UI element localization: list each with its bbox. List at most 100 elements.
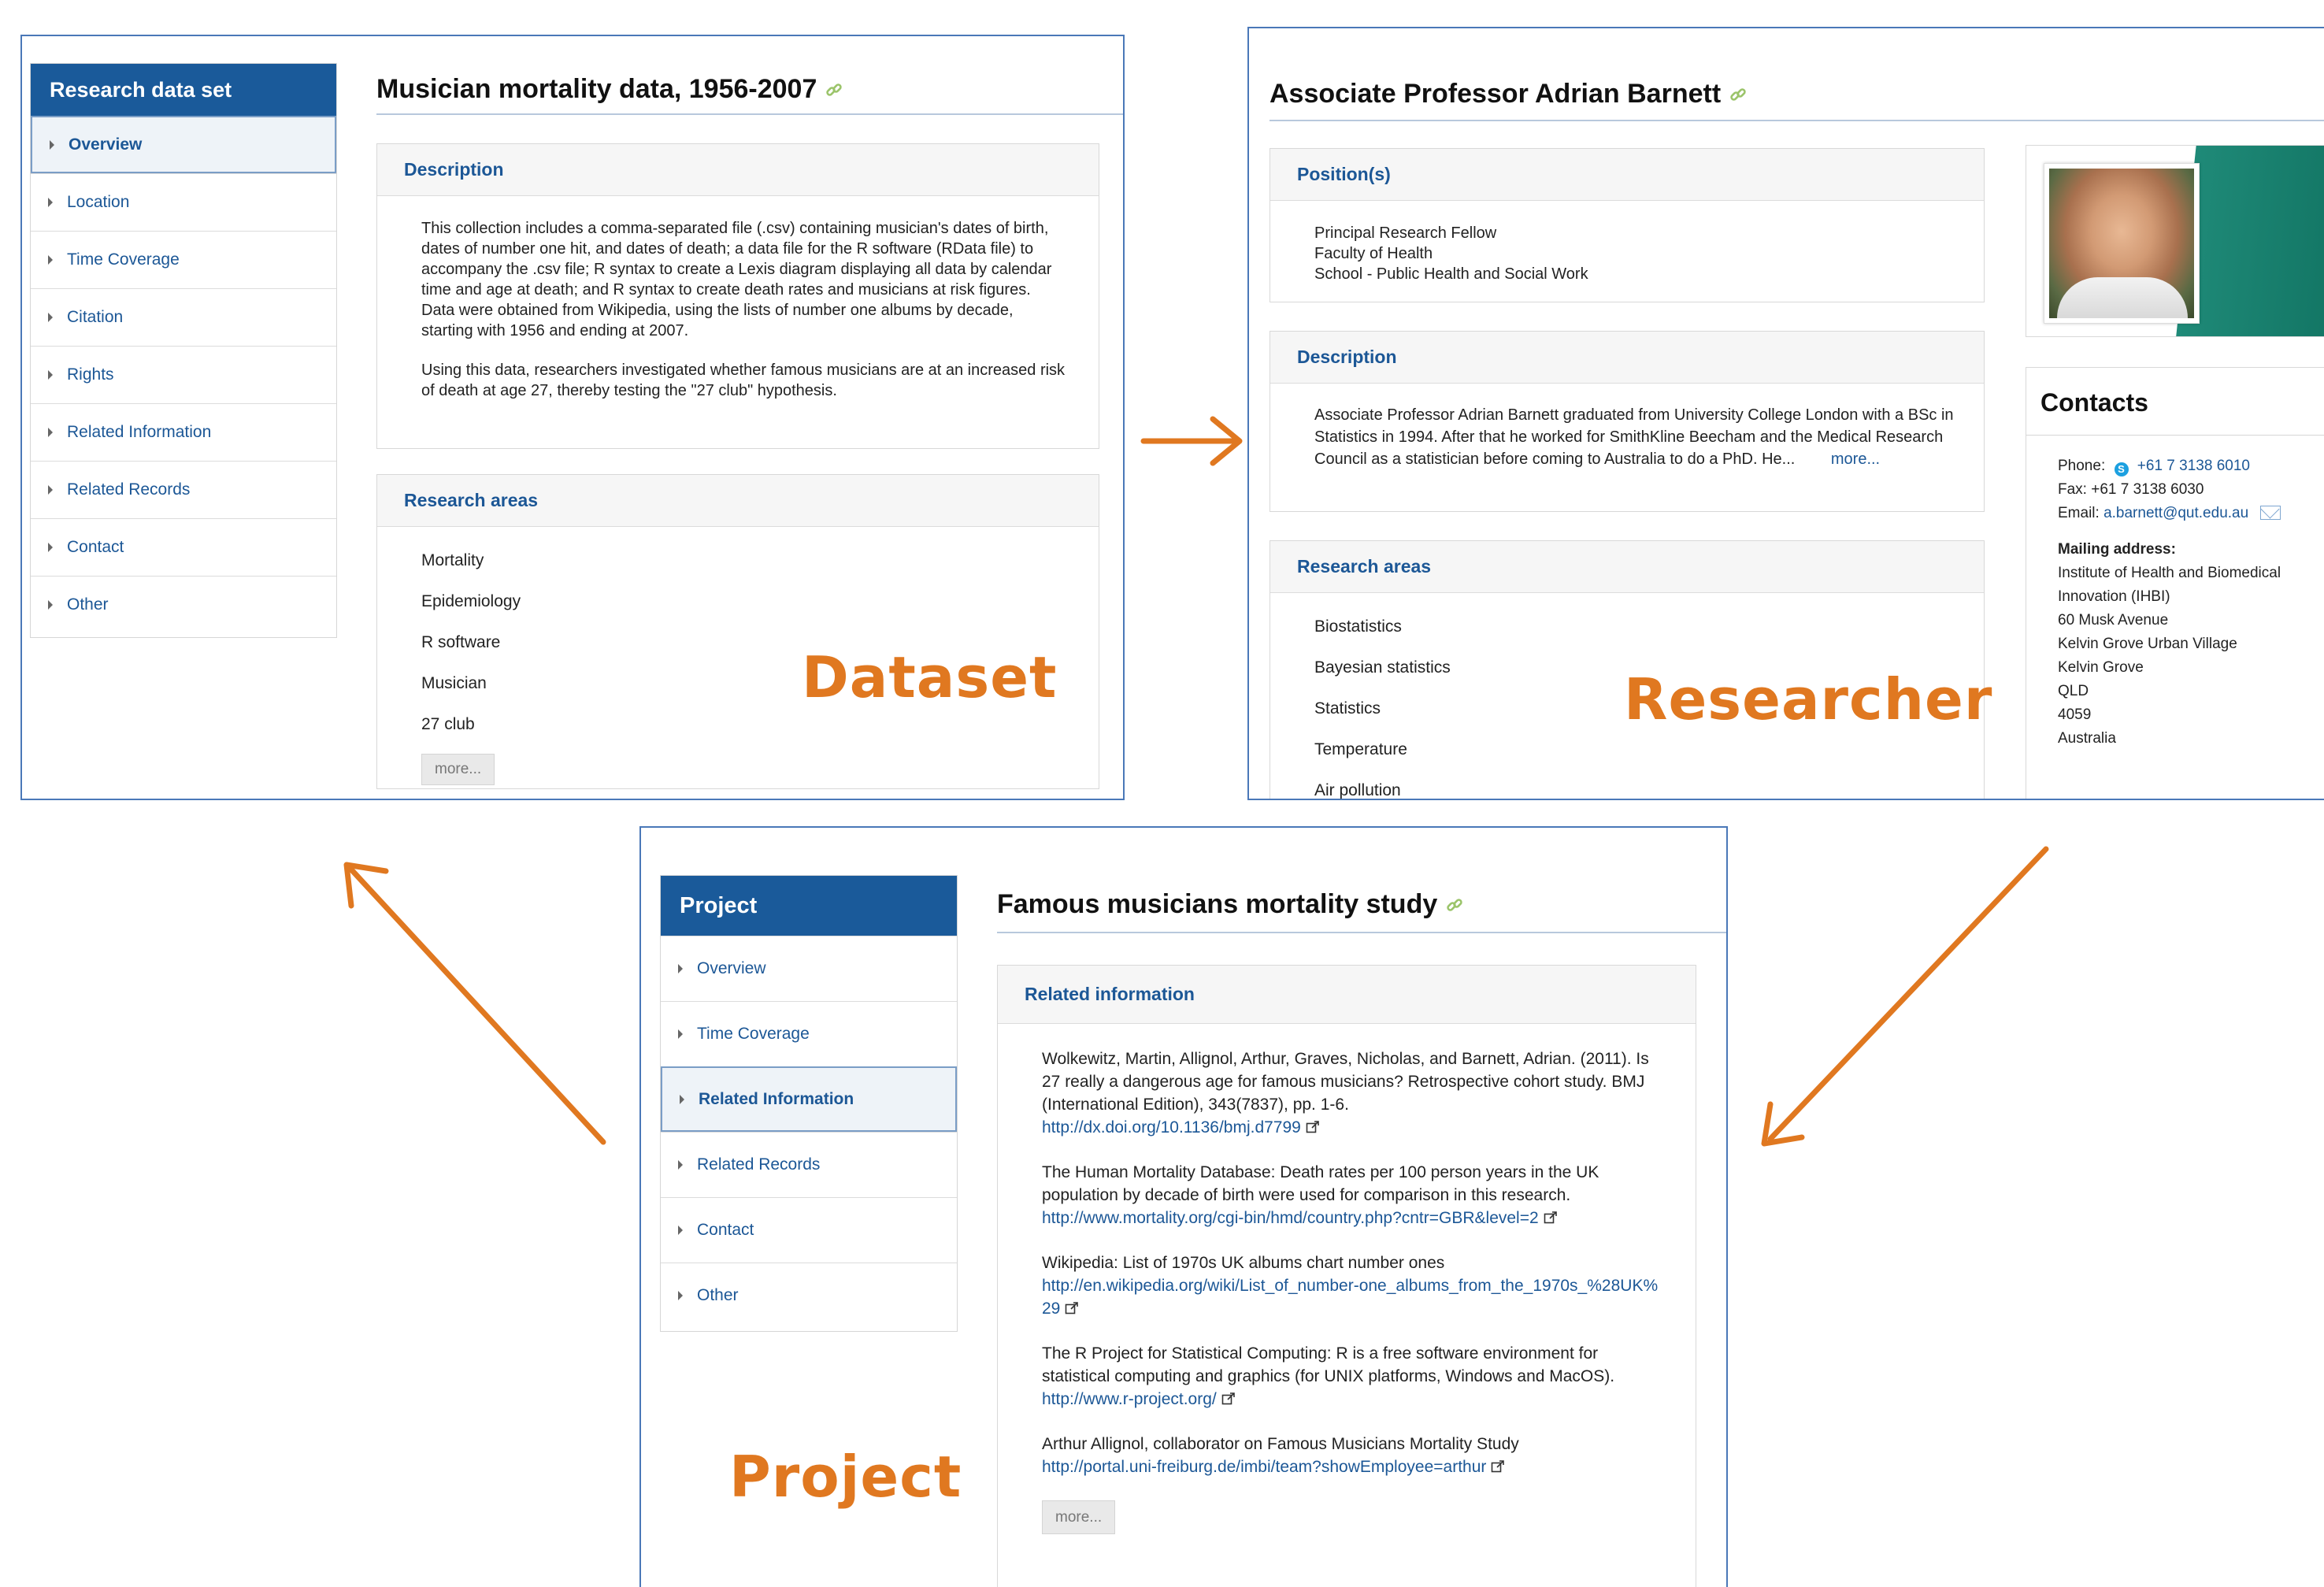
project-panel: Project Overview Time Coverage Related Inf… (639, 826, 1728, 1587)
email-link[interactable]: a.barnett@qut.edu.au (2103, 505, 2248, 521)
page-title: Musician mortality data, 1956-2007 (376, 74, 843, 105)
sidebar-item-time-coverage[interactable]: Time Coverage (661, 1001, 957, 1066)
sidebar-item-overview[interactable]: Overview (31, 116, 336, 173)
caret-right-icon (678, 1160, 683, 1170)
sidebar-item-label: Time Coverage (697, 1025, 810, 1043)
sidebar-item-citation[interactable]: Citation (31, 288, 336, 346)
sidebar-item-label: Rights (67, 365, 114, 384)
sidebar-item-label: Overview (69, 135, 143, 154)
mail-icon[interactable] (2260, 506, 2281, 520)
related-item-text: Arthur Allignol, collaborator on Famous … (1042, 1435, 1519, 1453)
address-line: Institute of Health and Biomedical (2058, 565, 2281, 581)
description-paragraph: Using this data, researchers investigate… (421, 362, 1066, 399)
more-button[interactable]: more... (421, 754, 495, 785)
related-item-link[interactable]: http://en.wikipedia.org/wiki/List_of_num… (1042, 1277, 1658, 1318)
description-more-link[interactable]: more... (1831, 451, 1880, 468)
link-chain-icon[interactable] (1445, 895, 1464, 914)
more-button[interactable]: more... (1042, 1500, 1116, 1534)
related-item: Wolkewitz, Martin, Allignol, Arthur, Gra… (1042, 1047, 1664, 1139)
sidebar-item-location[interactable]: Location (31, 173, 336, 231)
related-item-link[interactable]: http://portal.uni-freiburg.de/imbi/team?… (1042, 1458, 1486, 1476)
caret-right-icon (48, 543, 53, 552)
research-area-item[interactable]: Biostatistics (1314, 615, 1957, 656)
address-line: 4059 (2058, 706, 2092, 723)
sidebar-item-overview[interactable]: Overview (661, 936, 957, 1001)
sidebar-item-contact[interactable]: Contact (661, 1197, 957, 1263)
research-area-item[interactable]: 27 club (421, 713, 1072, 754)
link-chain-icon[interactable] (1729, 85, 1748, 104)
sidebar-item-label: Related Information (699, 1089, 854, 1108)
dataset-sidebar: Research data set Overview Location Time C… (30, 63, 337, 638)
description-heading: Description (377, 144, 1099, 196)
researcher-panel: Associate Professor Adrian Barnett Posit… (1247, 27, 2324, 800)
research-area-item[interactable]: Temperature (1314, 738, 1957, 779)
caret-right-icon (48, 313, 53, 322)
contacts-title: Contacts (2040, 388, 2148, 417)
researcher-label: Researcher (1624, 666, 1993, 732)
contacts-box: Contacts Phone: S +61 7 3138 6010 Fax: +… (2026, 367, 2324, 799)
sidebar-item-related-information[interactable]: Related Information (661, 1066, 957, 1132)
external-link-icon[interactable] (1221, 1392, 1236, 1406)
sidebar-item-time-coverage[interactable]: Time Coverage (31, 231, 336, 288)
profile-photo (2044, 163, 2200, 324)
research-areas-box: Research areas Mortality Epidemiology R so… (376, 474, 1099, 789)
sidebar-item-label: Related Information (67, 423, 212, 441)
link-chain-icon[interactable] (825, 80, 843, 99)
skype-icon[interactable]: S (2114, 462, 2129, 476)
sidebar-item-related-records[interactable]: Related Records (31, 461, 336, 518)
arrow-project-to-dataset (348, 866, 606, 1145)
description-box: Description Associate Professor Adrian B… (1269, 331, 1985, 512)
related-item: Wikipedia: List of 1970s UK albums chart… (1042, 1251, 1664, 1320)
position-item: Principal Research Fellow (1314, 224, 1497, 242)
address-line: Kelvin Grove Urban Village (2058, 636, 2237, 652)
phone-link[interactable]: +61 7 3138 6010 (2137, 458, 2250, 474)
sidebar-item-label: Other (67, 595, 109, 614)
research-area-item[interactable]: Air pollution (1314, 779, 1957, 799)
related-item: The Human Mortality Database: Death rate… (1042, 1161, 1664, 1229)
sidebar-item-related-information[interactable]: Related Information (31, 403, 336, 461)
sidebar-item-rights[interactable]: Rights (31, 346, 336, 403)
dataset-panel: Research data set Overview Location Time C… (20, 35, 1125, 800)
position-item: School - Public Health and Social Work (1314, 265, 1588, 283)
related-information-heading: Related information (998, 966, 1696, 1024)
related-information-box: Related information Wolkewitz, Martin, A… (997, 965, 1696, 1587)
sidebar-item-contact[interactable]: Contact (31, 518, 336, 576)
related-item-link-row: http://portal.uni-freiburg.de/imbi/team?… (1042, 1455, 1664, 1478)
external-link-icon[interactable] (1306, 1120, 1320, 1134)
sidebar-item-label: Related Records (67, 480, 191, 499)
sidebar-item-label: Other (697, 1286, 739, 1304)
related-item-link[interactable]: http://dx.doi.org/10.1136/bmj.d7799 (1042, 1118, 1301, 1136)
caret-right-icon (680, 1094, 684, 1104)
caret-right-icon (678, 1225, 683, 1235)
related-item-link[interactable]: http://www.mortality.org/cgi-bin/hmd/cou… (1042, 1209, 1539, 1227)
related-item-text: The R Project for Statistical Computing:… (1042, 1344, 1615, 1385)
related-item-text: The Human Mortality Database: Death rate… (1042, 1163, 1599, 1204)
external-link-icon[interactable] (1491, 1459, 1505, 1474)
email-line: Email: a.barnett@qut.edu.au (2040, 502, 2324, 525)
page-title-text: Famous musicians mortality study (997, 889, 1438, 919)
external-link-icon[interactable] (1544, 1211, 1558, 1225)
description-box: Description This collection includes a c… (376, 143, 1099, 449)
page-title-text: Musician mortality data, 1956-2007 (376, 74, 817, 104)
caret-right-icon (48, 428, 53, 437)
research-area-item[interactable]: Epidemiology (421, 590, 1072, 631)
caret-right-icon (48, 485, 53, 495)
related-item-link[interactable]: http://www.r-project.org/ (1042, 1390, 1217, 1408)
sidebar-item-other[interactable]: Other (661, 1263, 957, 1328)
description-paragraph: This collection includes a comma-separat… (421, 220, 1052, 339)
research-areas-heading: Research areas (377, 475, 1099, 527)
sidebar-item-label: Contact (697, 1221, 754, 1239)
external-link-icon[interactable] (1065, 1301, 1079, 1315)
caret-right-icon (48, 370, 53, 380)
related-item-text: Wolkewitz, Martin, Allignol, Arthur, Gra… (1042, 1050, 1649, 1114)
sidebar-item-label: Time Coverage (67, 250, 180, 269)
sidebar-item-other[interactable]: Other (31, 576, 336, 633)
research-areas-heading: Research areas (1270, 541, 1984, 593)
related-item-link-row: http://www.mortality.org/cgi-bin/hmd/cou… (1042, 1207, 1664, 1229)
sidebar-item-related-records[interactable]: Related Records (661, 1132, 957, 1197)
related-item-text: Wikipedia: List of 1970s UK albums chart… (1042, 1254, 1445, 1272)
research-area-item[interactable]: Mortality (421, 549, 1072, 590)
related-item: The R Project for Statistical Computing:… (1042, 1342, 1664, 1411)
caret-right-icon (678, 1029, 683, 1039)
caret-right-icon (48, 255, 53, 265)
